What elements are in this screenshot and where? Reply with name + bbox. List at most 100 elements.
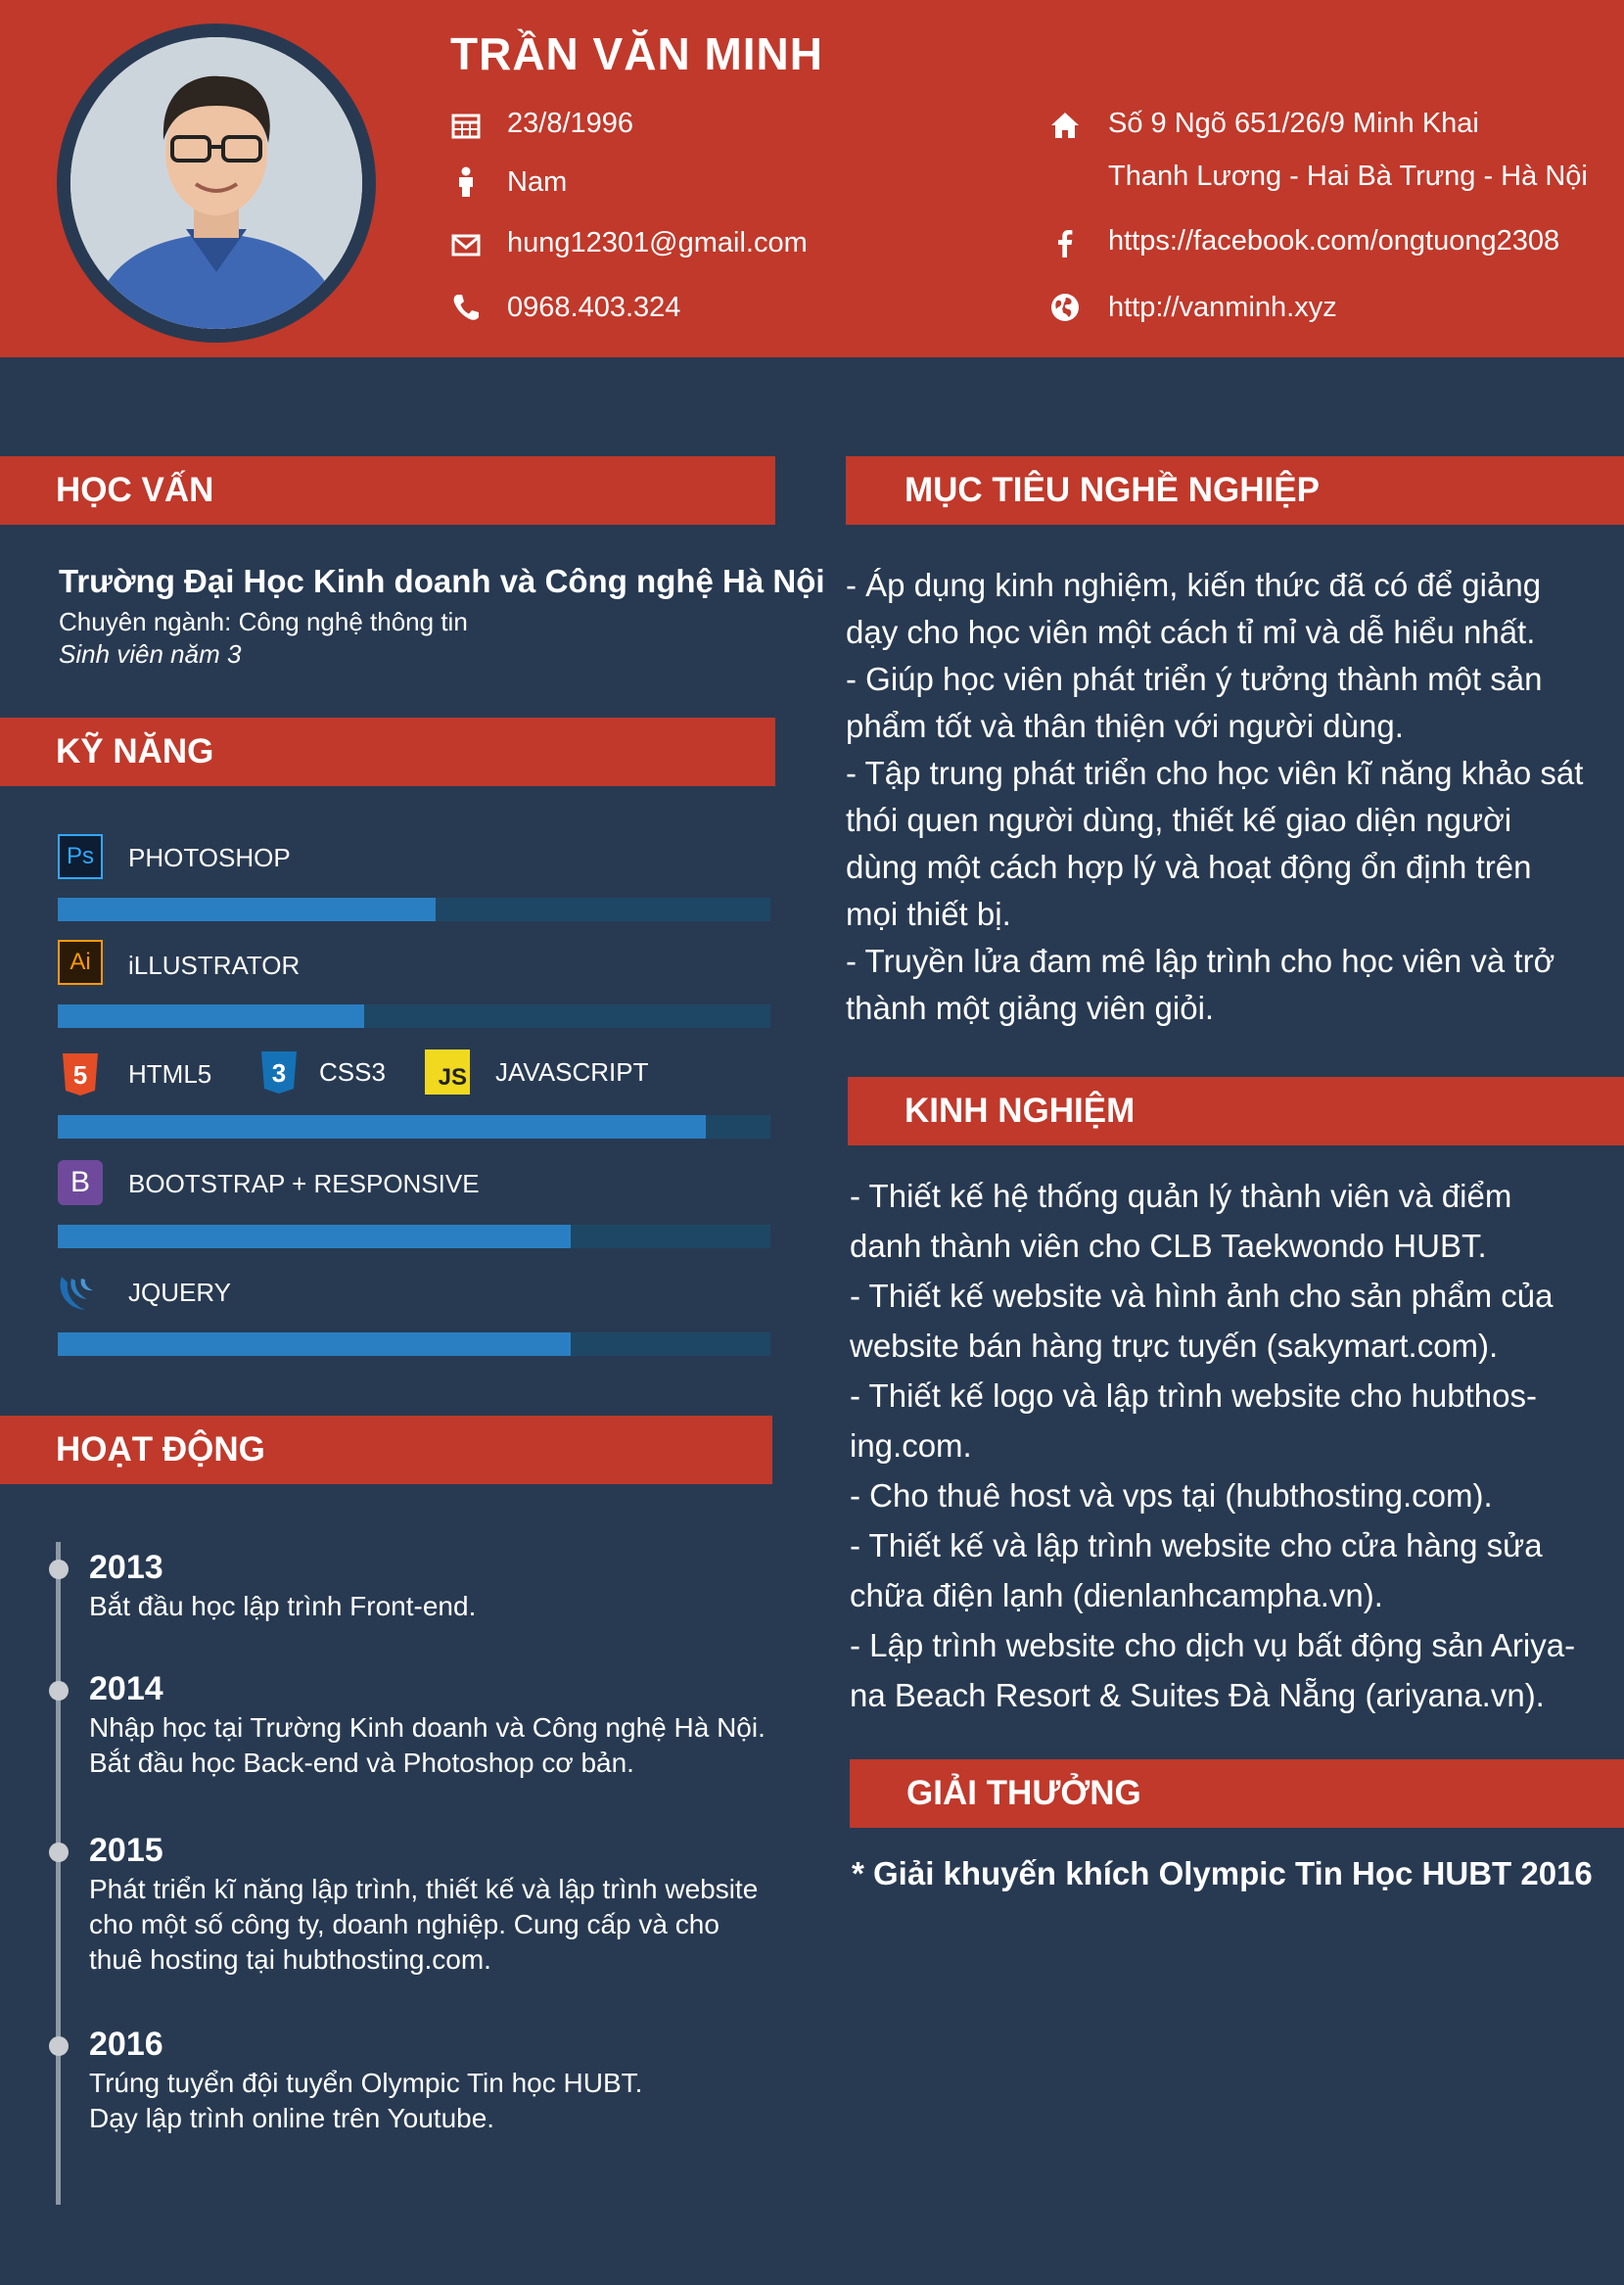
timeline-line-text: Dạy lập trình online trên Youtube. bbox=[89, 2103, 495, 2133]
timeline-description: Phát triển kĩ năng lập trình, thiết kế v… bbox=[89, 1872, 758, 1978]
phone[interactable]: 0968.403.324 bbox=[507, 292, 680, 324]
full-name: TRẦN VĂN MINH bbox=[450, 28, 823, 79]
timeline-line-text: Phát triển kĩ năng lập trình, thiết kế v… bbox=[89, 1874, 759, 1904]
timeline-dot bbox=[49, 1681, 69, 1701]
education-section-header: HỌC VẤN bbox=[0, 456, 775, 525]
css3-icon: 3 bbox=[261, 1051, 297, 1094]
experience-line: - Thiết kế và lập trình website cho cửa … bbox=[850, 1527, 1543, 1563]
address-line-2: Thanh Lương - Hai Bà Trưng - Hà Nội bbox=[1108, 161, 1588, 192]
objective-section-header: MỤC TIÊU NGHỀ NGHIỆP bbox=[846, 456, 1624, 525]
study-year: Sinh viên năm 3 bbox=[59, 639, 242, 669]
skill-label-photoshop: PHOTOSHOP bbox=[128, 843, 291, 872]
profile-photo bbox=[70, 37, 362, 329]
timeline-line-text: Trúng tuyển đội tuyển Olympic Tin học HU… bbox=[89, 2068, 643, 2098]
skill-label-html5: HTML5 bbox=[128, 1059, 212, 1089]
timeline-line-text: cho một số công ty, doanh nghiệp. Cung c… bbox=[89, 1909, 719, 1939]
experience-line: - Thiết kế hệ thống quản lý thành viên v… bbox=[850, 1178, 1512, 1214]
timeline-description: Bắt đầu học lập trình Front-end. bbox=[89, 1589, 476, 1624]
experience-line: chữa điện lạnh (dienlanhcampha.vn). bbox=[850, 1577, 1383, 1613]
experience-line: website bán hàng trực tuyến (sakymart.co… bbox=[850, 1328, 1499, 1364]
experience-line: - Lập trình website cho dịch vụ bất động… bbox=[850, 1627, 1576, 1663]
javascript-icon: JS bbox=[425, 1049, 470, 1095]
activities-section-header: HOẠT ĐỘNG bbox=[0, 1416, 772, 1484]
timeline-year: 2013 bbox=[89, 1549, 163, 1586]
skill-bar-illustrator bbox=[58, 1004, 770, 1028]
award-item: * Giải khuyến khích Olympic Tin Học HUBT… bbox=[852, 1855, 1593, 1891]
objective-line: - Áp dụng kinh nghiệm, kiến thức đã có đ… bbox=[846, 567, 1542, 603]
timeline-description: Trúng tuyển đội tuyển Olympic Tin học HU… bbox=[89, 2066, 642, 2136]
experience-line: - Thiết kế logo và lập trình website cho… bbox=[850, 1377, 1537, 1414]
address-line-1: Số 9 Ngõ 651/26/9 Minh Khai bbox=[1108, 108, 1479, 139]
school-name: Trường Đại Học Kinh doanh và Công nghệ H… bbox=[59, 563, 825, 599]
illustrator-icon: Ai bbox=[58, 940, 103, 985]
timeline-dot bbox=[49, 1560, 69, 1579]
skill-bar-photoshop bbox=[58, 898, 770, 921]
timeline-year: 2015 bbox=[89, 1832, 163, 1869]
timeline-year: 2014 bbox=[89, 1670, 163, 1707]
birthday: 23/8/1996 bbox=[507, 108, 634, 139]
objective-text: - Áp dụng kinh nghiệm, kiến thức đã có đ… bbox=[846, 562, 1583, 1032]
gender: Nam bbox=[507, 166, 568, 198]
skill-bar-fill bbox=[58, 1004, 365, 1028]
experience-line: na Beach Resort & Suites Đà Nẵng (ariyan… bbox=[850, 1677, 1545, 1713]
home-icon bbox=[1051, 113, 1079, 138]
person-icon bbox=[459, 166, 473, 197]
skill-bar-web bbox=[58, 1115, 770, 1139]
objective-line: thói quen người dùng, thiết kế giao diện… bbox=[846, 802, 1512, 838]
experience-section-header: KINH NGHIỆM bbox=[848, 1077, 1624, 1145]
timeline-line-text: Bắt đầu học lập trình Front-end. bbox=[89, 1591, 477, 1621]
timeline-line bbox=[56, 1542, 61, 2205]
objective-line: thành một giảng viên giỏi. bbox=[846, 990, 1215, 1026]
timeline-description: Nhập học tại Trường Kinh doanh và Công n… bbox=[89, 1710, 766, 1781]
skill-bar-fill bbox=[58, 898, 436, 921]
timeline-dot bbox=[49, 2036, 69, 2056]
timeline-year: 2016 bbox=[89, 2026, 163, 2063]
calendar-icon bbox=[451, 114, 481, 139]
major: Chuyên ngành: Công nghệ thông tin bbox=[59, 607, 468, 636]
objective-line: - Truyền lửa đam mê lập trình cho học vi… bbox=[846, 943, 1555, 979]
facebook-link[interactable]: https://facebook.com/ongtuong2308 bbox=[1108, 225, 1559, 257]
bootstrap-icon: B bbox=[58, 1160, 103, 1205]
email[interactable]: hung12301@gmail.com bbox=[507, 227, 808, 259]
globe-icon bbox=[1051, 294, 1079, 321]
experience-title: KINH NGHIỆM bbox=[905, 1092, 1136, 1130]
objective-line: phẩm tốt và thân thiện với người dùng. bbox=[846, 708, 1404, 744]
skill-label-jquery: JQUERY bbox=[128, 1278, 231, 1307]
skill-label-javascript: JAVASCRIPT bbox=[495, 1057, 649, 1087]
phone-icon bbox=[453, 295, 479, 320]
skills-section-header: KỸ NĂNG bbox=[0, 718, 775, 786]
skill-label-css3: CSS3 bbox=[319, 1057, 386, 1087]
skill-bar-jquery bbox=[58, 1332, 770, 1356]
awards-section-header: GIẢI THƯỞNG bbox=[850, 1759, 1624, 1828]
timeline-line-text: Bắt đầu học Back-end và Photoshop cơ bản… bbox=[89, 1748, 634, 1778]
awards-title: GIẢI THƯỞNG bbox=[906, 1774, 1141, 1812]
svg-text:3: 3 bbox=[272, 1058, 286, 1088]
skill-bar-fill bbox=[58, 1225, 572, 1248]
experience-line: ing.com. bbox=[850, 1427, 972, 1464]
education-title: HỌC VẤN bbox=[56, 471, 214, 509]
jquery-icon bbox=[60, 1277, 93, 1310]
experience-line: - Cho thuê host và vps tại (hubthosting.… bbox=[850, 1477, 1493, 1514]
objective-line: dùng một cách hợp lý và hoạt động ổn địn… bbox=[846, 849, 1532, 885]
photoshop-icon: Ps bbox=[58, 834, 103, 879]
website-link[interactable]: http://vanminh.xyz bbox=[1108, 292, 1337, 324]
html5-icon: 5 bbox=[63, 1053, 98, 1096]
skill-label-bootstrap: BOOTSTRAP + RESPONSIVE bbox=[128, 1169, 480, 1198]
objective-line: mọi thiết bị. bbox=[846, 896, 1011, 932]
facebook-icon bbox=[1058, 230, 1073, 257]
experience-text: - Thiết kế hệ thống quản lý thành viên v… bbox=[850, 1171, 1575, 1720]
experience-line: danh thành viên cho CLB Taekwondo HUBT. bbox=[850, 1228, 1487, 1264]
timeline-dot bbox=[49, 1842, 69, 1862]
skill-bar-bootstrap bbox=[58, 1225, 770, 1248]
timeline-line-text: Nhập học tại Trường Kinh doanh và Công n… bbox=[89, 1712, 766, 1743]
avatar bbox=[70, 37, 362, 329]
timeline-line-text: thuê hosting tại hubthosting.com. bbox=[89, 1944, 491, 1975]
activities-title: HOẠT ĐỘNG bbox=[56, 1430, 265, 1469]
skill-bar-fill bbox=[58, 1332, 572, 1356]
skills-title: KỸ NĂNG bbox=[56, 732, 214, 770]
skill-bar-fill bbox=[58, 1115, 707, 1139]
skill-label-illustrator: iLLUSTRATOR bbox=[128, 951, 301, 980]
objective-line: - Tập trung phát triển cho học viên kĩ n… bbox=[846, 755, 1584, 791]
experience-line: - Thiết kế website và hình ảnh cho sản p… bbox=[850, 1278, 1554, 1314]
mail-icon bbox=[451, 234, 481, 256]
